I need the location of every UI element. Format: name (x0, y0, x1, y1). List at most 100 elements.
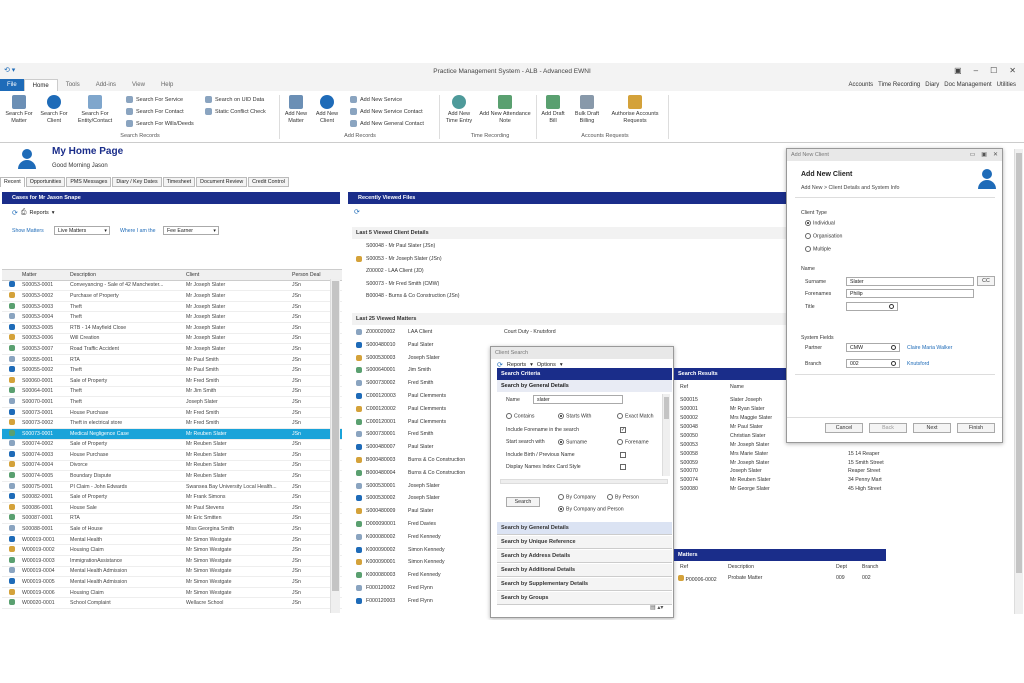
back-button[interactable]: Back (869, 423, 907, 433)
add-new-time-entry-button[interactable]: Add New Time Entry (442, 95, 476, 124)
tab-pms-messages[interactable]: PMS Messages (66, 177, 112, 187)
contains-radio[interactable]: Contains (506, 413, 534, 419)
reports-menu[interactable]: Reports (29, 210, 48, 216)
search-group-item[interactable]: Search by General Details (497, 522, 672, 535)
recent-matter-item[interactable]: F000120003 Fred Flynn (356, 596, 504, 606)
table-row[interactable]: S00082-0001 Sale of Property Mr Frank Simo… (2, 492, 342, 504)
criteria-h-scrollbar[interactable] (500, 479, 668, 484)
add-draft-bill-button[interactable]: Add Draft Bill (538, 95, 568, 124)
by-company-person-radio[interactable]: By Company and Person (558, 506, 624, 512)
table-row[interactable]: W00019-0002 Housing Claim Mr Simon Westgat… (2, 545, 342, 557)
file-menu[interactable]: File (0, 79, 24, 91)
table-row[interactable]: S00053-0006 Will Creation Mr Joseph Slater… (2, 334, 342, 345)
table-row[interactable]: S00088-0001 Sale of House Miss Georgina Sm… (2, 524, 342, 535)
link-doc-management[interactable]: Doc Management (944, 82, 991, 88)
search-uid-button[interactable]: Search on UID Data (205, 96, 264, 103)
recent-matter-item[interactable]: C000120001 Paul Clemments (356, 417, 504, 427)
search-group-item[interactable]: Search by Groups (497, 592, 672, 605)
branch-name-link[interactable]: Knutsford (907, 361, 929, 367)
show-matters-select[interactable]: Live Matters ▾ (54, 226, 110, 235)
tab-diary-key-dates[interactable]: Diary / Key Dates (112, 177, 162, 187)
search-for-wills-button[interactable]: Search For Wills/Deeds (126, 120, 194, 127)
recent-client-item[interactable]: Z00002 - LAA Client (JD) (356, 266, 424, 276)
table-row[interactable]: W00019-0001 Mental Health Mr Simon Westgat… (2, 535, 342, 546)
recent-matter-item[interactable]: S000530001 Joseph Slater (356, 481, 504, 491)
add-new-general-contact-button[interactable]: Add New General Contact (350, 120, 424, 127)
minimize-button[interactable]: – (974, 66, 978, 75)
surname-input[interactable]: Slater (846, 277, 974, 286)
bulk-draft-billing-button[interactable]: Bulk Draft Billing (570, 95, 604, 124)
refresh-icon[interactable]: ⟳ (354, 208, 360, 216)
recent-client-item[interactable]: S00048 - Mr Paul Slater (JSn) (356, 241, 435, 251)
search-result-row[interactable]: S00080 Mr George Slater 45 High Street (680, 485, 884, 494)
print-icon[interactable]: ⎙ (21, 209, 27, 217)
add-new-service-button[interactable]: Add New Service (350, 96, 402, 103)
table-row[interactable]: W00019-0003 ImmigrationAssistance Mr Simon… (2, 556, 342, 567)
recent-matter-item[interactable]: S000730001 Fred Smith (356, 429, 504, 439)
dialog-footer-icons[interactable]: ▤ ▴▾ (650, 604, 663, 611)
recent-matter-item[interactable]: S000640001 Jim Smith (356, 365, 504, 375)
link-time-recording[interactable]: Time Recording (878, 82, 920, 88)
recent-matter-item[interactable]: S000530003 Joseph Slater (356, 353, 504, 363)
table-row[interactable]: S00074-0005 Boundary Dispute Mr Reuben Sla… (2, 471, 342, 482)
search-result-row[interactable]: S00058 Mrs Marie Slater 15 14 Reaper (680, 449, 884, 458)
add-new-client-button[interactable]: Add New Client (313, 95, 341, 124)
recent-matter-item[interactable]: S000480009 Paul Slater (356, 506, 504, 516)
col-description[interactable]: Description (70, 272, 186, 278)
search-group-item[interactable]: Search by Unique Reference (497, 536, 672, 549)
include-forename-checkbox[interactable]: ✓ (620, 427, 626, 433)
dialog-close-button[interactable]: ✕ (993, 151, 998, 158)
cc-button[interactable]: CC (977, 276, 995, 286)
tab-add-ins[interactable]: Add-ins (88, 82, 124, 88)
forename-radio[interactable]: Forename (617, 439, 649, 445)
search-result-row[interactable]: S00074 Mr Reuben Slater 34 Penny Mart (680, 476, 884, 485)
table-row[interactable]: S00060-0001 Sale of Property Mr Fred Smith… (2, 376, 342, 387)
search-result-row[interactable]: S00059 Mr Joseph Slater 15 Smith Street (680, 458, 884, 467)
add-new-service-contact-button[interactable]: Add New Service Contact (350, 108, 423, 115)
type-individual-radio[interactable]: Individual (805, 220, 835, 226)
tab-tools[interactable]: Tools (58, 82, 88, 88)
tab-credit-control[interactable]: Credit Control (248, 177, 289, 187)
table-row[interactable]: S00087-0001 RTA Mr Eric Smitten JSn (2, 514, 342, 525)
recent-matter-item[interactable]: B000480003 Burns & Co Construction (356, 455, 504, 465)
tab-recent[interactable]: Recent (0, 177, 25, 187)
tab-opportunities[interactable]: Opportunities (25, 177, 66, 187)
close-button[interactable]: ✕ (1009, 66, 1016, 75)
recent-matter-item[interactable]: D000090001 Fred Davies (356, 519, 504, 529)
table-row[interactable]: S00073-0002 Theft in electrical store Mr F… (2, 418, 342, 429)
name-input[interactable]: slater (533, 395, 623, 404)
search-for-contact-button[interactable]: Search For Contact (126, 108, 184, 115)
table-row[interactable]: S00055-0002 Theft Mr Paul Smith JSn (2, 365, 342, 376)
recent-matter-item[interactable]: S000530002 Joseph Slater (356, 493, 504, 503)
table-row[interactable]: S00074-0002 Sale of Property Mr Reuben Sla… (2, 440, 342, 451)
search-button[interactable]: Search (506, 497, 540, 507)
search-for-service-button[interactable]: Search For Service (126, 96, 183, 103)
table-row[interactable]: W00019-0006 Housing Claim Mr Simon Westgat… (2, 588, 342, 599)
table-row[interactable]: S00053-0002 Purchase of Property Mr Joseph… (2, 291, 342, 302)
recent-client-item[interactable]: S00073 - Mr Fred Smith (CMW) (356, 279, 439, 289)
add-new-attendance-note-button[interactable]: Add New Attendance Note (478, 95, 532, 124)
recent-client-item[interactable]: S00053 - Mr Joseph Slater (JSn) (356, 254, 442, 264)
recent-matter-item[interactable]: S000730002 Fred Smith (356, 378, 504, 388)
search-for-matter-button[interactable]: Search For Matter (2, 95, 36, 124)
col-person-deal[interactable]: Person Deal (292, 272, 332, 278)
cancel-button[interactable]: Cancel (825, 423, 863, 433)
recent-matter-item[interactable]: B000480004 Burns & Co Construction (356, 468, 504, 478)
table-row[interactable]: S00075-0001 PI Claim - John Edwards Swanse… (2, 482, 342, 493)
search-for-client-button[interactable]: Search For Client (38, 95, 70, 124)
static-conflict-check-button[interactable]: Static Conflict Check (205, 108, 266, 115)
table-row[interactable]: S00086-0001 House Sale Mr Paul Stevens JSn (2, 503, 342, 514)
restore-ribbon-icon[interactable]: ▣ (954, 66, 962, 75)
search-group-item[interactable]: Search by Supplementary Details (497, 578, 672, 591)
recent-client-item[interactable]: B00048 - Burns & Co Construction (JSn) (356, 291, 459, 301)
type-organisation-radio[interactable]: Organisation (805, 233, 842, 239)
next-button[interactable]: Next (913, 423, 951, 433)
table-row[interactable]: S00053-0003 Theft Mr Joseph Slater JSn (2, 302, 342, 313)
table-row[interactable]: S00064-0001 Theft Mr Jim Smith JSn (2, 387, 342, 398)
table-row[interactable]: S00053-0007 Road Traffic Accident Mr Josep… (2, 344, 342, 355)
table-row[interactable]: W00019-0004 Mental Health Admission Mr Sim… (2, 567, 342, 578)
add-new-matter-button[interactable]: Add New Matter (283, 95, 309, 124)
recent-matter-item[interactable]: K000090001 Simon Kennedy (356, 557, 504, 567)
table-row[interactable]: S00055-0001 RTA Mr Paul Smith JSn (2, 355, 342, 366)
type-multiple-radio[interactable]: Multiple (805, 246, 831, 252)
